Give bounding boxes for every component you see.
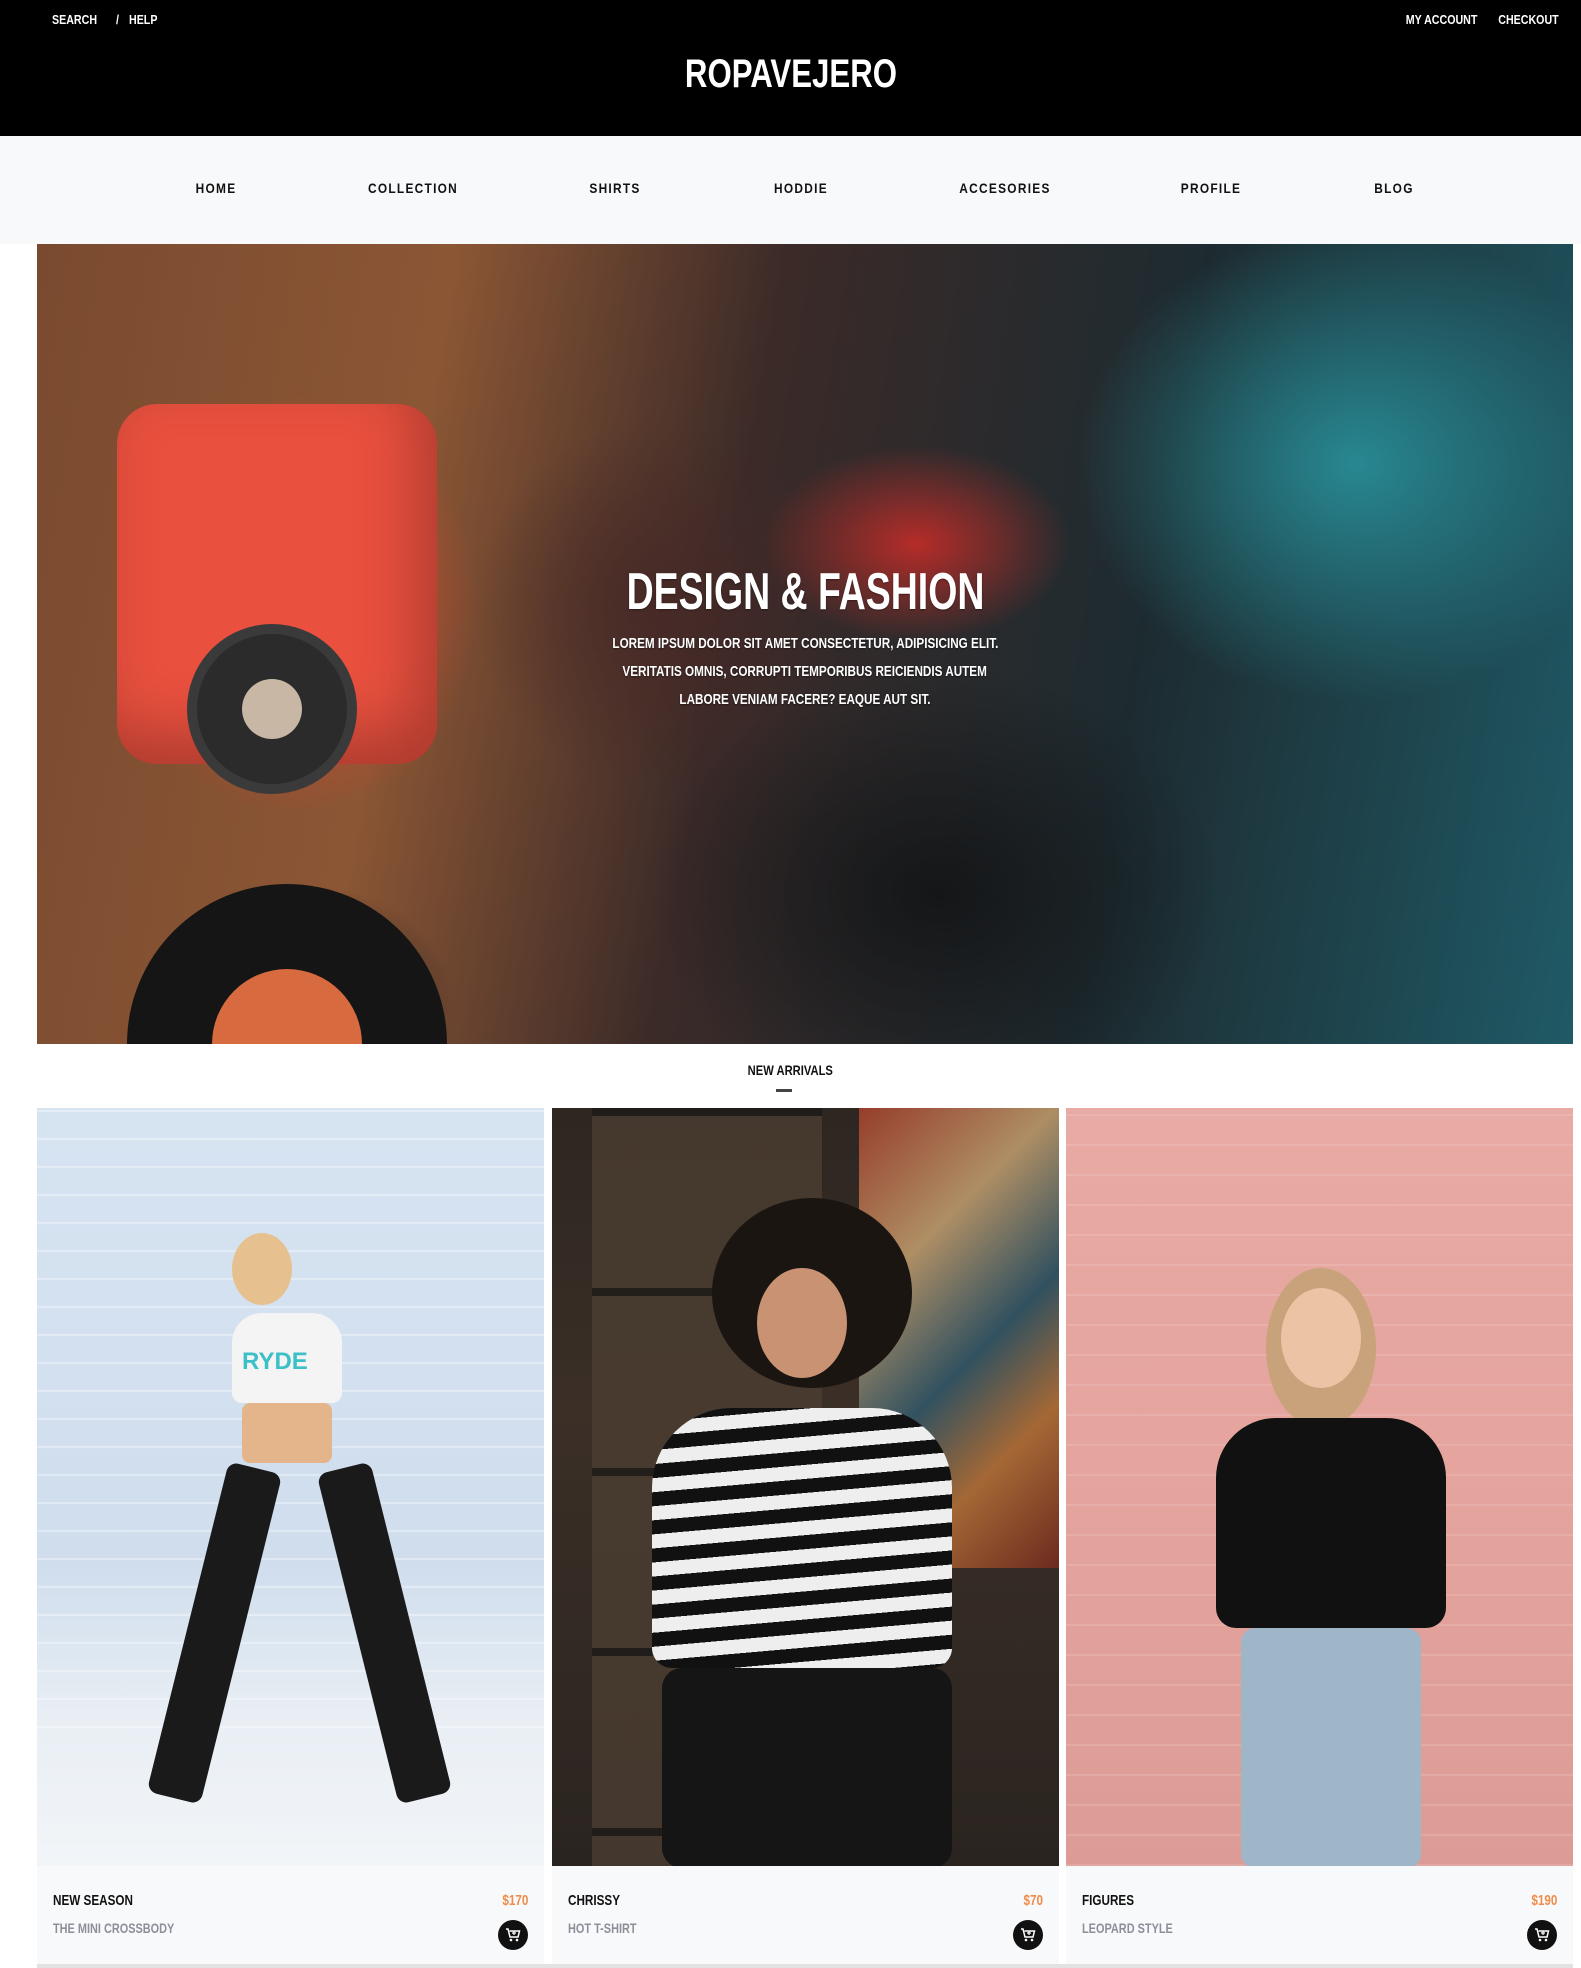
model-midriff [242, 1403, 332, 1463]
section-title-text: NEW ARRIVALS [747, 1062, 834, 1078]
product-card[interactable]: CHRISSY HOT T-SHIRT $70 [552, 1108, 1059, 1966]
nav-item-label: BLOG [1374, 180, 1414, 196]
cart-icon [1021, 1928, 1036, 1942]
brand-logo[interactable]: ROPAVEJERO [0, 52, 1581, 97]
next-row-preview [37, 1964, 1573, 1968]
product-price: $70 [1018, 1892, 1043, 1909]
nav-item-label: HODDIE [774, 180, 828, 196]
hero-title-text: DESIGN & FASHION [626, 563, 984, 621]
hero-photo-record-label [212, 969, 362, 1044]
top-left-links: SEARCH / HELP [52, 12, 163, 27]
product-image[interactable] [552, 1108, 1059, 1866]
nav-item-label: HOME [195, 180, 237, 196]
cart-icon [506, 1928, 521, 1942]
product-image[interactable] [1066, 1108, 1573, 1866]
nav-item-label: SHIRTS [589, 180, 641, 196]
product-info: FIGURES LEOPARD STYLE $190 [1066, 1866, 1573, 1966]
nav-item-accesories[interactable]: ACCESORIES [951, 180, 1059, 196]
nav-item-blog[interactable]: BLOG [1371, 180, 1417, 196]
section-title-underline [776, 1089, 792, 1092]
hero-subtitle-line: LOREM IPSUM DOLOR SIT AMET CONSECTETUR, … [37, 630, 1573, 658]
product-name[interactable]: FIGURES [1082, 1892, 1149, 1909]
hero-subtitle: LOREM IPSUM DOLOR SIT AMET CONSECTETUR, … [37, 630, 1573, 714]
model-pants [662, 1668, 952, 1866]
model-head [757, 1268, 847, 1378]
model-striped-shirt [652, 1408, 952, 1668]
hero-subtitle-line: VERITATIS OMNIS, CORRUPTI TEMPORIBUS REI… [37, 658, 1573, 686]
search-link[interactable]: SEARCH [52, 12, 97, 27]
product-subtitle: THE MINI CROSSBODY [53, 1920, 209, 1936]
product-price: $190 [1524, 1892, 1557, 1909]
product-name-text: NEW SEASON [53, 1892, 133, 1909]
nav-item-hoddie[interactable]: HODDIE [769, 180, 832, 196]
product-price-text: $170 [501, 1892, 528, 1909]
top-right-links: MY ACCOUNT CHECKOUT [1390, 12, 1559, 27]
add-to-cart-button[interactable] [1013, 1920, 1043, 1950]
my-account-link[interactable]: MY ACCOUNT [1406, 12, 1478, 27]
product-name[interactable]: NEW SEASON [53, 1892, 156, 1909]
hero-text: DESIGN & FASHION LOREM IPSUM DOLOR SIT A… [37, 562, 1573, 714]
product-price-text: $190 [1530, 1892, 1557, 1909]
main-nav: HOME COLLECTION SHIRTS HODDIE ACCESORIES… [0, 136, 1581, 244]
product-name-text: FIGURES [1082, 1892, 1135, 1909]
product-price: $170 [495, 1892, 528, 1909]
help-link[interactable]: HELP [129, 12, 157, 27]
product-card[interactable]: FIGURES LEOPARD STYLE $190 [1066, 1108, 1573, 1966]
nav-item-home[interactable]: HOME [192, 180, 240, 196]
model-black-tee [1216, 1418, 1446, 1628]
nav-item-shirts[interactable]: SHIRTS [585, 180, 645, 196]
product-subtitle-text: LEOPARD STYLE [1082, 1920, 1173, 1936]
nav-item-label: PROFILE [1180, 180, 1242, 196]
hero-subtitle-text: VERITATIS OMNIS, CORRUPTI TEMPORIBUS REI… [622, 663, 988, 680]
model-head [1281, 1288, 1361, 1388]
brand-name: ROPAVEJERO [684, 52, 897, 96]
nav-item-collection[interactable]: COLLECTION [360, 180, 466, 196]
section-title-new-arrivals: NEW ARRIVALS [0, 1062, 1581, 1078]
hero-subtitle-line: LABORE VENIAM FACERE? EAQUE AUT SIT. [37, 686, 1573, 714]
product-subtitle-text: THE MINI CROSSBODY [53, 1920, 175, 1936]
product-subtitle: HOT T-SHIRT [568, 1920, 656, 1936]
product-info: CHRISSY HOT T-SHIRT $70 [552, 1866, 1059, 1966]
checkout-link[interactable]: CHECKOUT [1499, 12, 1559, 27]
nav-item-label: COLLECTION [367, 180, 459, 196]
hero-photo-record [127, 884, 447, 1044]
top-header: SEARCH / HELP MY ACCOUNT CHECKOUT ROPAVE… [0, 0, 1581, 136]
product-image[interactable]: RYDE [37, 1108, 544, 1866]
product-subtitle-text: HOT T-SHIRT [568, 1920, 637, 1936]
hero-subtitle-text: LOREM IPSUM DOLOR SIT AMET CONSECTETUR, … [612, 635, 998, 652]
model-jeans [1241, 1628, 1421, 1866]
add-to-cart-button[interactable] [498, 1920, 528, 1950]
nav-item-profile[interactable]: PROFILE [1175, 180, 1246, 196]
product-subtitle: LEOPARD STYLE [1082, 1920, 1198, 1936]
model-head [232, 1233, 292, 1305]
nav-item-label: ACCESORIES [959, 180, 1051, 196]
hero-subtitle-text: LABORE VENIAM FACERE? EAQUE AUT SIT. [679, 691, 931, 708]
hero-title: DESIGN & FASHION [37, 562, 1573, 622]
product-card[interactable]: RYDE NEW SEASON THE MINI CROSSBODY $170 [37, 1108, 544, 1966]
shirt-print: RYDE [242, 1348, 308, 1375]
product-name[interactable]: CHRISSY [568, 1892, 635, 1909]
add-to-cart-button[interactable] [1527, 1920, 1557, 1950]
link-separator: / [115, 12, 119, 27]
product-name-text: CHRISSY [568, 1892, 621, 1909]
hero-banner: DESIGN & FASHION LOREM IPSUM DOLOR SIT A… [37, 244, 1573, 1044]
cart-icon [1535, 1928, 1550, 1942]
product-price-text: $70 [1023, 1892, 1043, 1909]
product-info: NEW SEASON THE MINI CROSSBODY $170 [37, 1866, 544, 1966]
